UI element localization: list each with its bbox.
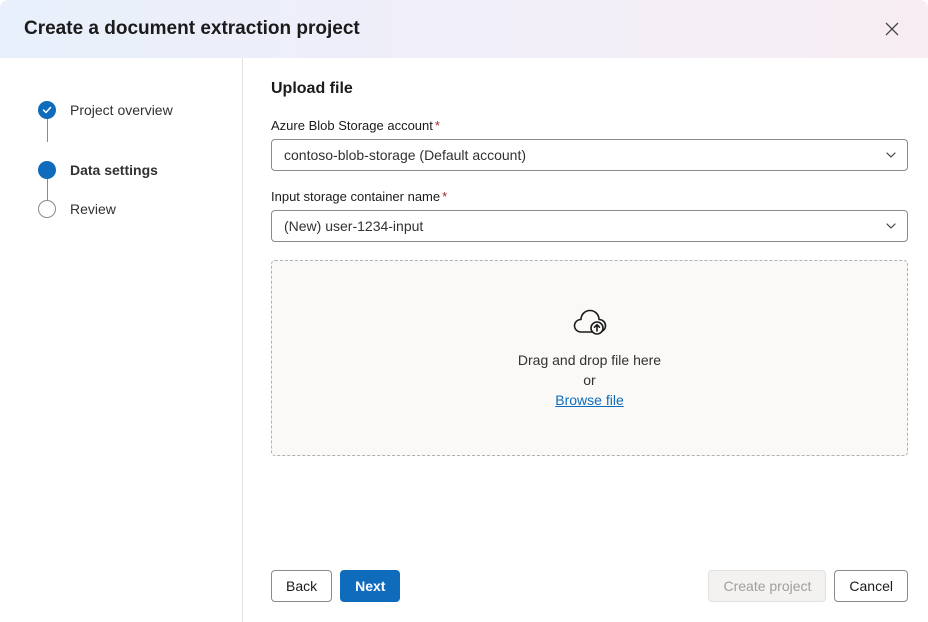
dropzone-text-line1: Drag and drop file here [518,352,661,368]
storage-account-value: contoso-blob-storage (Default account) [284,147,526,163]
chevron-down-icon [885,220,897,232]
dropzone-text-line2: or [583,372,595,388]
container-label: Input storage container name* [271,189,908,204]
step-data-settings[interactable]: Data settings [38,140,242,200]
step-label: Review [70,201,116,217]
cancel-button[interactable]: Cancel [834,570,908,602]
step-list: Project overview Data settings Review [38,80,242,218]
back-button[interactable]: Back [271,570,332,602]
required-icon: * [435,118,440,133]
modal-header: Create a document extraction project [0,0,928,58]
wizard-footer: Back Next Create project Cancel [271,570,908,602]
step-label: Project overview [70,102,173,118]
storage-account-select[interactable]: contoso-blob-storage (Default account) [271,139,908,171]
chevron-down-icon [885,149,897,161]
container-select[interactable]: (New) user-1234-input [271,210,908,242]
main-content: Project overview Data settings Review Up… [0,58,928,622]
container-value: (New) user-1234-input [284,218,423,234]
step-label: Data settings [70,162,158,178]
required-icon: * [442,189,447,204]
file-dropzone[interactable]: Drag and drop file here or Browse file [271,260,908,456]
storage-account-label-text: Azure Blob Storage account [271,118,433,133]
storage-account-label: Azure Blob Storage account* [271,118,908,133]
wizard-sidebar: Project overview Data settings Review [0,58,243,622]
step-review[interactable]: Review [38,200,242,218]
container-label-text: Input storage container name [271,189,440,204]
close-icon [885,22,899,36]
step-project-overview[interactable]: Project overview [38,80,242,140]
cloud-upload-icon [573,309,607,340]
form-content: Upload file Azure Blob Storage account* … [243,58,928,622]
close-button[interactable] [876,13,908,45]
page-title: Create a document extraction project [24,18,360,40]
next-button[interactable]: Next [340,570,400,602]
step-done-icon [38,101,56,119]
footer-right: Create project Cancel [708,570,908,602]
create-project-button: Create project [708,570,826,602]
browse-file-link[interactable]: Browse file [555,392,623,408]
section-title: Upload file [271,80,908,98]
step-active-icon [38,161,56,179]
step-pending-icon [38,200,56,218]
footer-left: Back Next [271,570,400,602]
